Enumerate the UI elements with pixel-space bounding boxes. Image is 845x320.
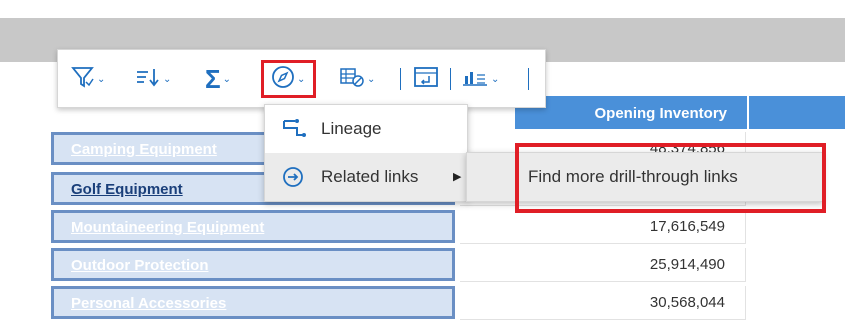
arrow-circle-icon [281,165,305,194]
swap-icon [413,65,439,94]
menu-item-lineage[interactable]: Lineage [265,105,467,153]
explore-menu: Lineage Related links ▶ [264,104,468,202]
row-label[interactable]: Mountaineering Equipment [71,219,264,236]
sort-icon [135,65,161,94]
row-header-mountaineering-equipment[interactable]: Mountaineering Equipment [51,210,455,243]
submenu-arrow-icon: ▶ [453,171,462,183]
menu-item-label: Lineage [321,119,382,138]
compass-icon [271,65,295,94]
toolbar-separator [450,68,451,90]
menu-item-related-links[interactable]: Related links ▶ [265,153,467,201]
filter-icon [71,65,95,94]
submenu-highlight [515,143,826,213]
top-strip [0,0,845,18]
summarize-button[interactable]: Σ ⌄ [205,63,231,95]
chevron-down-icon: ⌄ [97,73,106,85]
cell-value: 30,568,044 [649,294,725,311]
row-label[interactable]: Personal Accessories [71,295,226,312]
context-toolbar: ⌄ ⌄ Σ ⌄ ⌄ ⌄ ⌄ [57,49,546,108]
filter-button[interactable]: ⌄ [71,63,105,95]
column-header-opening-inventory[interactable]: Opening Inventory [515,96,749,129]
insert-chart-button[interactable]: ⌄ [461,63,499,95]
cell-value: 25,914,490 [649,256,725,273]
column-header-label: Opening Inventory [594,105,727,122]
suppress-icon [339,65,365,94]
chart-icon [461,65,489,94]
column-header-next[interactable] [749,96,845,129]
chevron-down-icon: ⌄ [163,73,172,85]
suppress-button[interactable]: ⌄ [339,63,375,95]
row-label[interactable]: Outdoor Protection [71,257,209,274]
cell-value: 17,616,549 [649,218,725,235]
chevron-down-icon: ⌄ [367,73,376,85]
row-label[interactable]: Golf Equipment [71,181,183,198]
menu-item-label: Related links [321,167,419,186]
lineage-icon [281,117,307,146]
sigma-icon: Σ [205,64,221,94]
chevron-down-icon: ⌄ [222,73,231,85]
toolbar-separator [528,68,529,90]
row-header-personal-accessories[interactable]: Personal Accessories [51,286,455,319]
table-cell[interactable]: 30,568,044 [460,286,746,320]
pivot-button[interactable] [413,63,439,95]
row-header-outdoor-protection[interactable]: Outdoor Protection [51,248,455,281]
toolbar-separator [400,68,401,90]
table-cell[interactable]: 25,914,490 [460,248,746,282]
chevron-down-icon: ⌄ [297,73,306,85]
chevron-down-icon: ⌄ [491,73,500,85]
sort-button[interactable]: ⌄ [135,63,171,95]
table-cell[interactable]: 17,616,549 [460,210,746,244]
explore-button[interactable]: ⌄ [271,63,305,95]
row-label[interactable]: Camping Equipment [71,141,217,158]
